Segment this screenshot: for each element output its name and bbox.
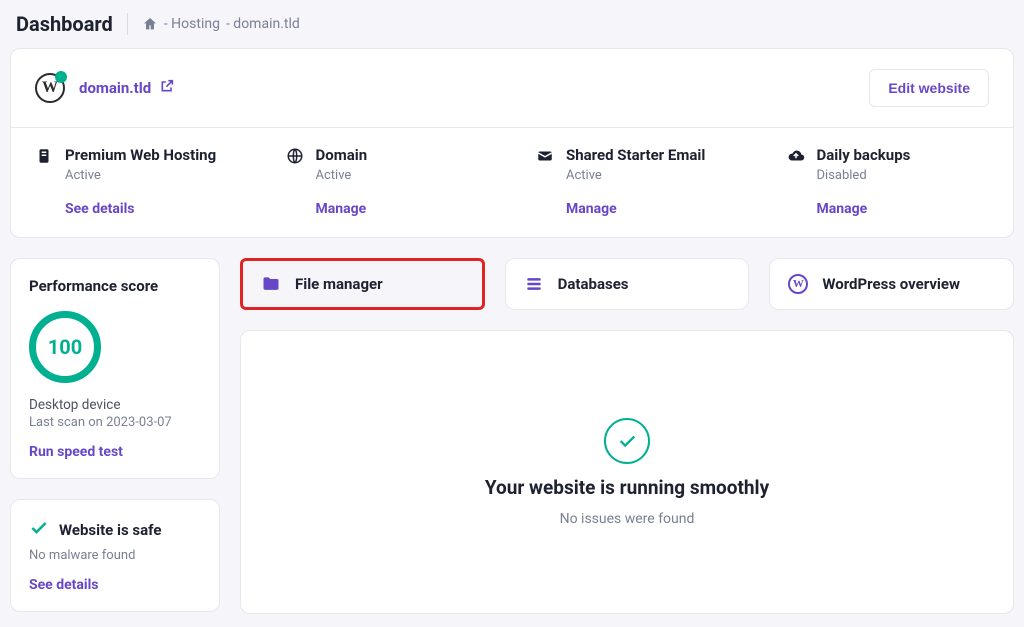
breadcrumb: - Hosting - domain.tld [142,16,300,32]
check-circle-icon [604,418,650,464]
service-backups-action[interactable]: Manage [817,201,990,217]
breadcrumb-hosting[interactable]: - Hosting [164,16,220,32]
safe-see-details-link[interactable]: See details [29,577,201,593]
service-hosting-action[interactable]: See details [65,201,238,217]
service-title: Premium Web Hosting [65,146,216,164]
wordpress-icon: W [788,274,808,294]
globe-icon [286,147,304,165]
tile-label: WordPress overview [822,275,960,293]
check-icon [29,518,49,542]
home-icon[interactable] [142,16,158,32]
breadcrumb-domain[interactable]: - domain.tld [226,16,300,32]
safe-sub: No malware found [29,548,201,563]
performance-card: Performance score 100 Desktop device Las… [10,258,220,479]
service-backups: Daily backups Disabled Manage [763,128,1014,237]
service-status: Active [316,168,368,183]
tile-wordpress-overview[interactable]: W WordPress overview [769,258,1014,310]
service-domain: Domain Active Manage [262,128,513,237]
performance-score-value: 100 [48,335,82,359]
tile-label: File manager [295,275,383,293]
wordpress-logo-icon: W [35,73,65,103]
website-safe-card: Website is safe No malware found See det… [10,499,220,612]
service-status: Active [65,168,216,183]
cloud-upload-icon [787,147,805,165]
server-icon [35,147,53,165]
main-grid: Performance score 100 Desktop device Las… [10,258,1014,614]
mail-icon [536,147,554,165]
services-grid: Premium Web Hosting Active See details D… [11,127,1013,237]
service-title: Shared Starter Email [566,146,705,164]
performance-score-ring: 100 [29,311,101,383]
service-title: Domain [316,146,368,164]
tile-label: Databases [558,275,629,293]
performance-last-scan: Last scan on 2023-03-07 [29,415,201,430]
service-email-action[interactable]: Manage [566,201,739,217]
performance-title: Performance score [29,277,201,295]
page-header: Dashboard - Hosting - domain.tld [10,8,1014,48]
run-speed-test-link[interactable]: Run speed test [29,444,201,460]
performance-device: Desktop device [29,397,201,413]
domain-link[interactable]: domain.tld [79,78,175,98]
header-divider [127,13,128,35]
service-status: Active [566,168,705,183]
domain-summary-card: W domain.tld Edit website Premium Web Ho… [10,48,1014,238]
left-column: Performance score 100 Desktop device Las… [10,258,220,614]
service-email: Shared Starter Email Active Manage [512,128,763,237]
domain-card-top: W domain.tld Edit website [11,49,1013,127]
status-sub: No issues were found [560,511,695,527]
status-dot-icon [55,71,67,83]
tile-file-manager[interactable]: File manager [240,258,485,310]
service-domain-action[interactable]: Manage [316,201,489,217]
service-title: Daily backups [817,146,911,164]
quick-tiles-row: File manager Databases W WordPress overv… [240,258,1014,310]
right-column: File manager Databases W WordPress overv… [240,258,1014,614]
external-link-icon [159,78,175,98]
service-hosting: Premium Web Hosting Active See details [11,128,262,237]
safe-title: Website is safe [59,521,161,539]
tile-databases[interactable]: Databases [505,258,750,310]
folder-icon [261,274,281,294]
service-status: Disabled [817,168,911,183]
page-title: Dashboard [16,12,113,36]
website-status-panel: Your website is running smoothly No issu… [240,330,1014,614]
database-icon [524,274,544,294]
domain-name: domain.tld [79,79,151,97]
edit-website-button[interactable]: Edit website [869,69,989,107]
status-title: Your website is running smoothly [485,476,769,499]
